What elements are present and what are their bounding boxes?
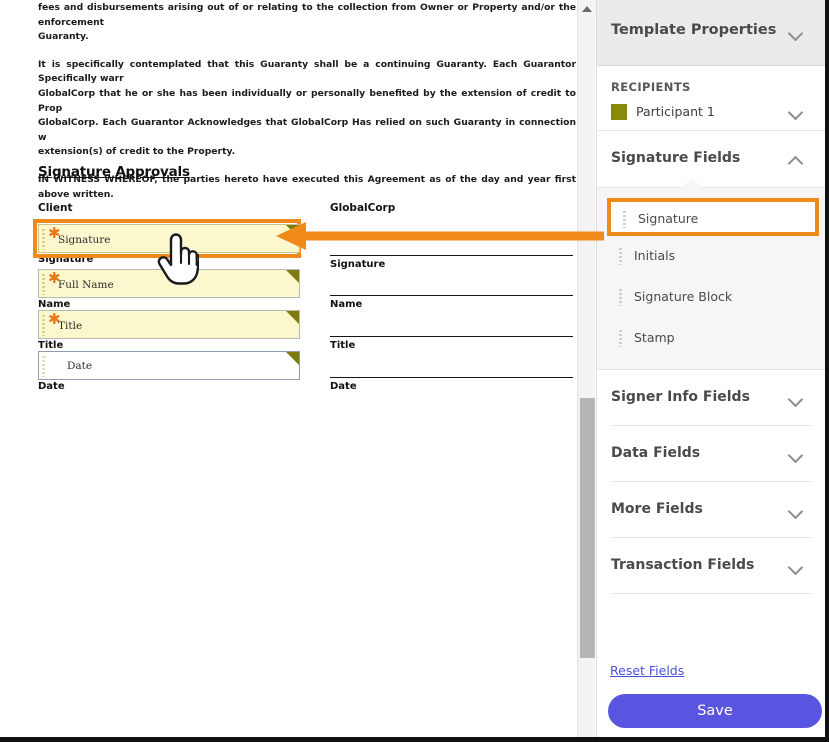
document-paragraph: fees and disbursements arising out of or…: [38, 2, 576, 43]
section-signature-fields[interactable]: Signature Fields: [611, 131, 811, 187]
section-signer-info-fields[interactable]: Signer Info Fields: [611, 370, 811, 426]
recipients-section: RECIPIENTS Participant 1: [597, 66, 825, 131]
list-notch-icon: [681, 179, 703, 188]
drag-handle-icon: [42, 274, 45, 295]
section-more-fields[interactable]: More Fields: [611, 482, 811, 538]
drag-handle-icon[interactable]: [619, 330, 622, 347]
chevron-up-icon[interactable]: [790, 153, 803, 166]
signature-rule: [330, 377, 573, 378]
chevron-down-icon[interactable]: [790, 26, 803, 39]
field-item-label: Stamp: [634, 330, 675, 345]
signature-fields-list: Signature Initials Signature Block Stamp: [597, 179, 825, 370]
field-caption: Name: [330, 299, 363, 310]
chevron-down-icon[interactable]: [790, 448, 803, 461]
drag-handle-icon[interactable]: [619, 289, 622, 306]
recipient-color-swatch: [611, 104, 627, 120]
chevron-down-icon[interactable]: [790, 504, 803, 517]
signature-rule: [330, 295, 573, 296]
section-label: More Fields: [611, 501, 703, 517]
chevron-down-icon[interactable]: [790, 392, 803, 405]
app-window: fees and disbursements arising out of or…: [0, 0, 829, 742]
field-placeholder: Signature: [58, 234, 111, 246]
document-paragraph: It is specifically contemplated that thi…: [38, 58, 576, 158]
recipient-name: Participant 1: [636, 104, 715, 119]
drag-handle-icon[interactable]: [623, 211, 626, 228]
client-field-title[interactable]: ✱ Title Title: [38, 310, 300, 352]
document-scrollbar[interactable]: [577, 0, 596, 737]
client-column-heading: Client: [38, 202, 73, 214]
recipient-row[interactable]: Participant 1: [611, 103, 811, 123]
globalcorp-name-line: Name: [330, 295, 573, 311]
signature-rule: [330, 255, 573, 256]
panel-header[interactable]: Template Properties: [597, 0, 825, 66]
signature-approvals-title: Signature Approvals: [38, 164, 190, 180]
field-item-label: Signature: [638, 211, 699, 226]
reset-fields-link[interactable]: Reset Fields: [610, 663, 684, 678]
scrollbar-thumb[interactable]: [580, 398, 595, 658]
field-corner-icon: [286, 352, 299, 365]
document-text: fees and disbursements arising out of or…: [38, 0, 578, 215]
panel-title: Template Properties: [611, 22, 777, 38]
globalcorp-signature-line: Signature: [330, 255, 573, 271]
field-item-label: Initials: [634, 248, 676, 263]
field-corner-icon: [286, 311, 299, 324]
section-label: Transaction Fields: [611, 557, 755, 573]
chevron-down-icon[interactable]: [790, 105, 803, 118]
field-placeholder: Title: [58, 320, 83, 332]
field-item-signature-block[interactable]: Signature Block: [607, 277, 815, 318]
section-label: Signer Info Fields: [611, 389, 750, 405]
drag-handle-icon: [42, 315, 45, 336]
field-corner-icon: [286, 225, 299, 238]
globalcorp-date-line: Date: [330, 377, 573, 393]
template-properties-panel: Template Properties RECIPIENTS Participa…: [596, 0, 825, 737]
section-data-fields[interactable]: Data Fields: [611, 426, 811, 482]
field-caption: Title: [330, 340, 356, 351]
field-placeholder: Date: [67, 360, 93, 372]
section-label: Data Fields: [611, 445, 701, 461]
section-label: Signature Fields: [611, 150, 741, 166]
drag-handle-icon: [42, 356, 45, 377]
field-caption: Signature: [330, 259, 386, 270]
globalcorp-column-heading: GlobalCorp: [330, 202, 396, 214]
field-corner-icon: [286, 270, 299, 283]
field-placeholder: Full Name: [58, 279, 114, 291]
mouse-cursor-hand-icon: [157, 233, 199, 285]
document-pane[interactable]: fees and disbursements arising out of or…: [0, 0, 578, 737]
field-item-initials[interactable]: Initials: [607, 236, 815, 277]
field-caption: Date: [38, 381, 65, 392]
signature-rule: [330, 336, 573, 337]
globalcorp-title-line: Title: [330, 336, 573, 352]
save-button[interactable]: Save: [608, 694, 822, 728]
scroll-up-arrow-icon[interactable]: [578, 0, 596, 17]
field-item-signature[interactable]: Signature: [607, 198, 819, 236]
recipients-label: RECIPIENTS: [611, 80, 691, 94]
chevron-down-icon[interactable]: [790, 560, 803, 573]
date-field-box[interactable]: Date: [38, 351, 300, 380]
title-field-box[interactable]: ✱ Title: [38, 310, 300, 339]
section-transaction-fields[interactable]: Transaction Fields: [611, 538, 811, 594]
drag-handle-icon: [42, 229, 45, 250]
client-field-date[interactable]: Date Date: [38, 351, 300, 393]
field-caption: Date: [330, 381, 357, 392]
drag-handle-icon[interactable]: [619, 248, 622, 265]
field-item-label: Signature Block: [634, 289, 733, 304]
field-item-stamp[interactable]: Stamp: [607, 318, 815, 359]
